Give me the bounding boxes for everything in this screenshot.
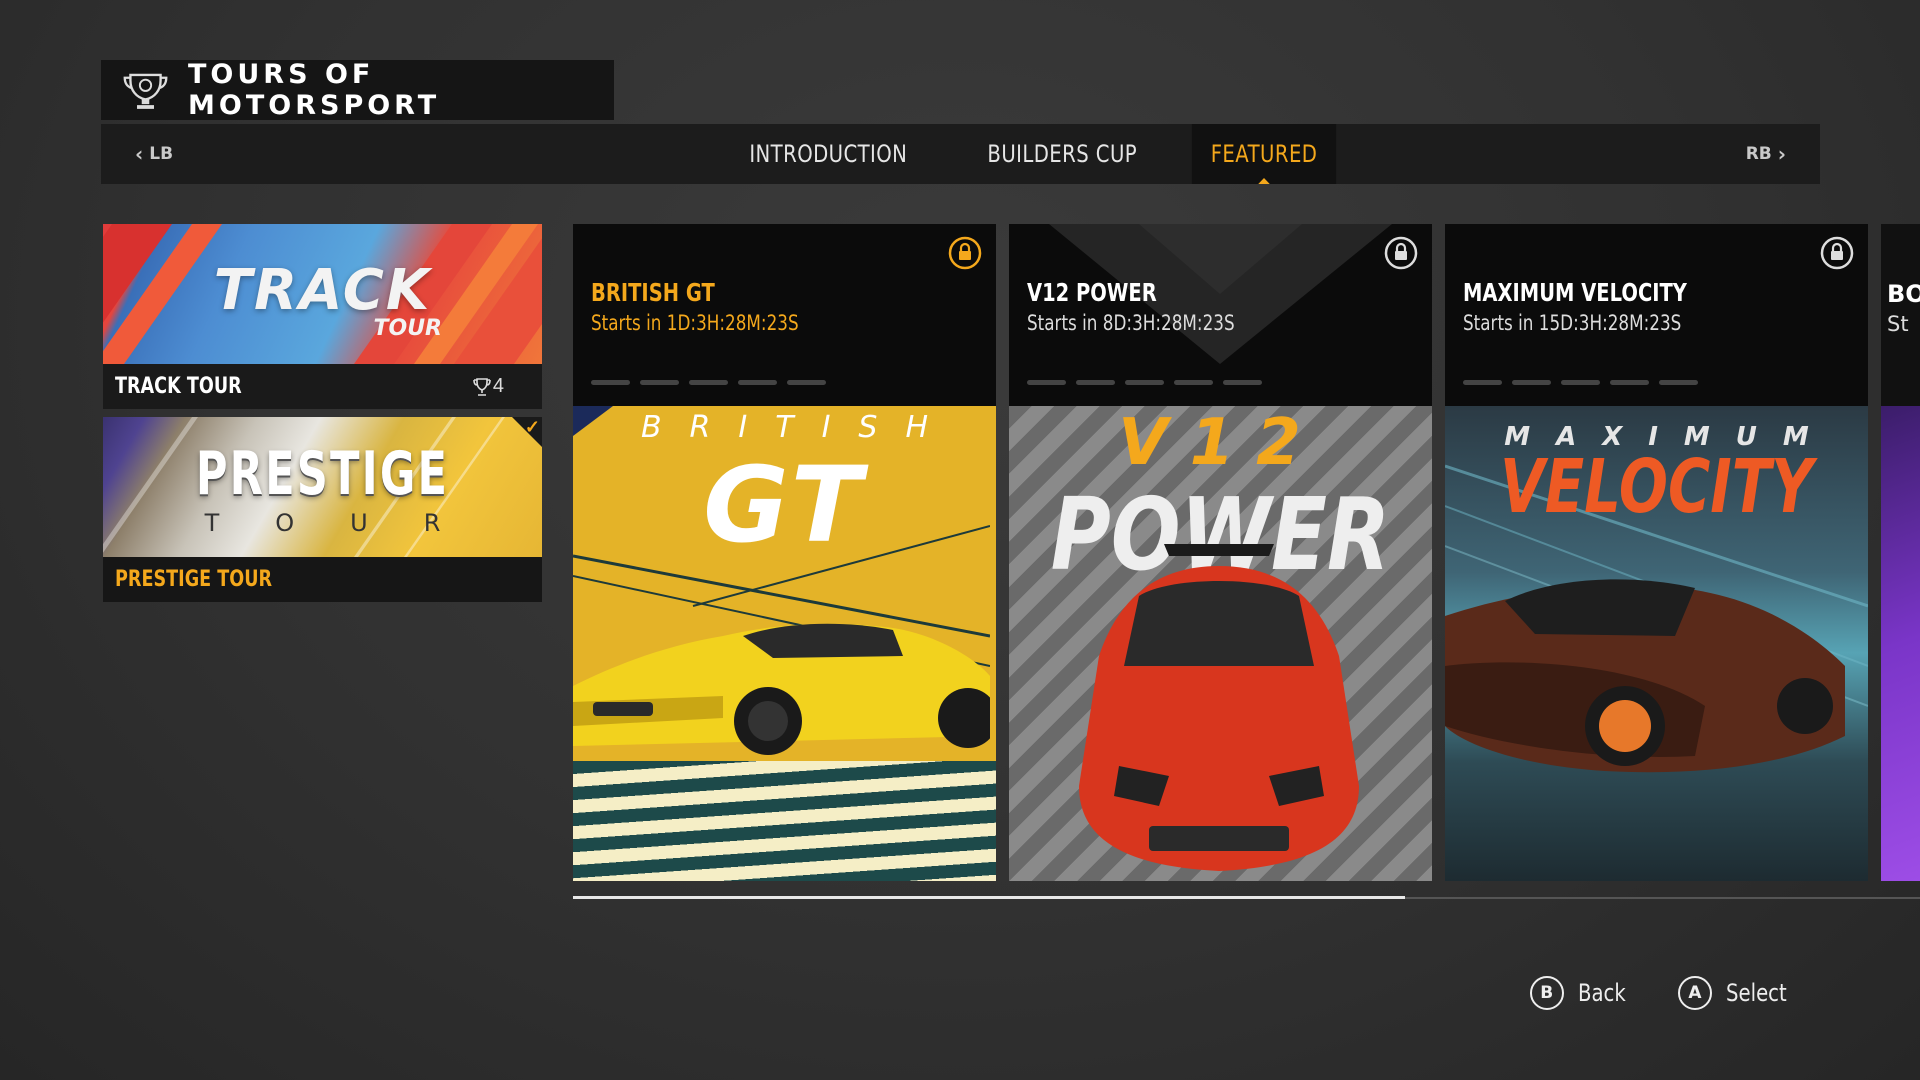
red-car-image (1079, 544, 1359, 871)
a-button-icon: A (1677, 976, 1712, 1010)
select-button[interactable]: A Select (1677, 976, 1800, 1010)
carousel-scrollbar[interactable] (573, 896, 1920, 899)
track-tour-card[interactable]: TRACK TOUR TRACK TOUR 4 (103, 224, 542, 409)
yellow-car-image (573, 623, 990, 755)
event-card-partial[interactable]: BO St (1881, 224, 1920, 881)
event-header: BRITISH GT Starts in 1D:3H:28M:23S (573, 224, 996, 406)
tabs: INTRODUCTION BUILDERS CUP FEATURED (101, 124, 1820, 184)
page-title: TOURS OF MOTORSPORT (188, 59, 441, 121)
prestige-tour-card[interactable]: PRESTIGE TOUR ✓ PRESTIGE TOUR (103, 417, 542, 602)
event-start-time: Starts in 1D:3H:28M:23S (591, 311, 799, 335)
event-name: MAXIMUM VELOCITY (1463, 278, 1687, 307)
event-header: MAXIMUM VELOCITY Starts in 15D:3H:28M:23… (1445, 224, 1868, 406)
tab-bar: ‹ LB INTRODUCTION BUILDERS CUP FEATURED … (101, 124, 1820, 184)
button-hints: B Back A Select (1529, 976, 1800, 1010)
tab-builders-cup[interactable]: BUILDERS CUP (968, 124, 1155, 184)
prestige-tour-label: PRESTIGE TOUR (115, 567, 273, 592)
partial-event-start: St (1887, 312, 1909, 336)
event-progress-dashes (591, 380, 826, 385)
event-header: V12 POWER Starts in 8D:3H:28M:23S (1009, 224, 1432, 406)
v12-power-art: V12 POWER (1009, 406, 1432, 881)
trophy-emblem-icon (123, 73, 168, 109)
event-name: V12 POWER (1027, 278, 1157, 307)
back-label: Back (1577, 979, 1626, 1007)
trophy-count-value: 4 (492, 375, 504, 397)
rb-label: RB (1745, 144, 1772, 164)
event-progress-dashes (1027, 380, 1262, 385)
british-gt-art: BRITISH GT (573, 406, 996, 881)
british-gt-art-top: BRITISH (640, 410, 957, 445)
british-gt-art-main: GT (703, 444, 866, 566)
track-tour-art: TRACK TOUR (103, 224, 542, 364)
event-start-time: Starts in 8D:3H:28M:23S (1027, 311, 1235, 335)
select-label: Select (1725, 979, 1787, 1007)
checkmark-icon: ✓ (524, 417, 540, 437)
event-name: BRITISH GT (591, 278, 715, 307)
event-card-british-gt[interactable]: BRITISH GT Starts in 1D:3H:28M:23S BRITI… (573, 224, 996, 881)
maximum-velocity-art-main: VELOCITY (1500, 444, 1813, 530)
lock-icon (1820, 236, 1854, 270)
partial-event-art (1881, 406, 1920, 881)
track-tour-art-subtitle: TOUR (373, 316, 442, 341)
track-tour-art-title: TRACK (213, 258, 432, 323)
prestige-tour-art-subtitle: TOUR (204, 509, 497, 537)
lock-icon (948, 236, 982, 270)
british-gt-stripes (573, 761, 996, 881)
tab-introduction[interactable]: INTRODUCTION (730, 124, 926, 184)
event-start-time: Starts in 15D:3H:28M:23S (1463, 311, 1682, 335)
partial-event-name: BO (1887, 280, 1920, 308)
maximum-velocity-art: MAXIMUM VELOCITY (1445, 406, 1868, 881)
back-button[interactable]: B Back (1529, 976, 1636, 1010)
event-progress-dashes (1463, 380, 1698, 385)
event-card-maximum-velocity[interactable]: MAXIMUM VELOCITY Starts in 15D:3H:28M:23… (1445, 224, 1868, 881)
track-tour-label: TRACK TOUR (115, 374, 242, 399)
b-button-icon: B (1529, 976, 1564, 1010)
prestige-tour-art-title: PRESTIGE (195, 439, 450, 509)
prestige-tour-label-bar: PRESTIGE TOUR (103, 557, 542, 602)
lock-icon (1384, 236, 1418, 270)
event-card-v12-power[interactable]: V12 POWER Starts in 8D:3H:28M:23S V12 PO… (1009, 224, 1432, 881)
trophy-icon (473, 377, 491, 396)
track-tour-label-bar: TRACK TOUR 4 (103, 364, 542, 409)
chevron-right-icon: › (1777, 142, 1786, 166)
page-header: TOURS OF MOTORSPORT (101, 59, 614, 121)
next-tab-rb-button[interactable]: RB › (1746, 124, 1792, 184)
bronze-car-image (1445, 579, 1845, 773)
tab-featured[interactable]: FEATURED (1191, 124, 1337, 184)
carousel-scroll-thumb[interactable] (573, 896, 1405, 899)
trophy-count: 4 (473, 375, 504, 398)
v12-art-top: V12 (1118, 406, 1323, 480)
prestige-tour-art: PRESTIGE TOUR ✓ (103, 417, 542, 557)
